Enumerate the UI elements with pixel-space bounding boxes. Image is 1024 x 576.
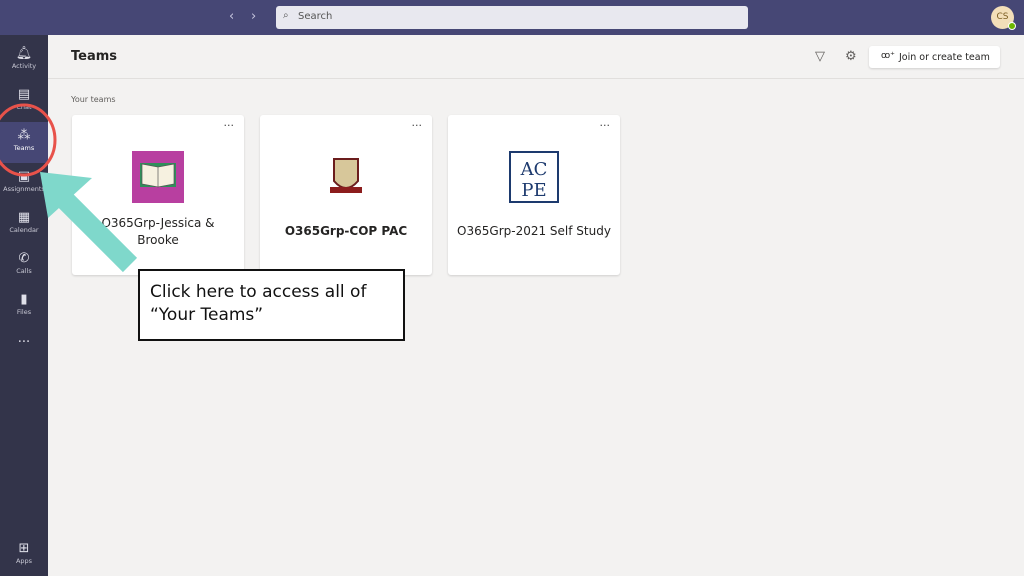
page-title: Teams xyxy=(71,49,118,64)
add-team-icon: ꝏ⁺ xyxy=(881,51,895,61)
sidebar-item-label: Files xyxy=(16,308,32,316)
team-name: O365Grp-COP PAC xyxy=(284,224,408,238)
arrow-icon xyxy=(40,172,138,273)
join-or-create-team-button[interactable]: ꝏ⁺ Join or create team xyxy=(869,46,1000,68)
avatar-initials: CS xyxy=(996,12,1009,22)
bell-icon: 🔔︎ xyxy=(15,46,33,61)
search-icon: ⌕ xyxy=(283,10,289,21)
sidebar-item-label: Activity xyxy=(11,62,37,70)
crest-logo-icon xyxy=(320,151,372,203)
sidebar-item-label: Apps xyxy=(15,557,33,565)
svg-text:AC: AC xyxy=(520,159,548,180)
sidebar-item-apps[interactable]: ⊞ Apps xyxy=(0,535,48,576)
team-card[interactable]: ··· AC PE O365Grp-2021 Self Study xyxy=(448,115,620,275)
search-input[interactable]: ⌕ Search xyxy=(276,6,748,29)
filter-icon[interactable]: ▽ xyxy=(815,49,825,64)
search-placeholder: Search xyxy=(298,11,333,22)
sidebar-item-files[interactable]: ▮ Files xyxy=(0,286,48,327)
presence-icon xyxy=(1008,22,1016,30)
team-card[interactable]: ··· O365Grp-COP PAC xyxy=(260,115,432,275)
avatar[interactable]: CS xyxy=(991,6,1016,30)
team-name: O365Grp-2021 Self Study xyxy=(457,224,611,238)
header-divider xyxy=(48,78,1024,79)
more-options-icon[interactable]: ··· xyxy=(412,119,423,132)
more-apps-button[interactable]: ... xyxy=(0,331,48,372)
annotation-overlay xyxy=(0,103,138,273)
file-icon: ▮ xyxy=(20,292,28,307)
acpe-logo-icon: AC PE xyxy=(508,151,560,203)
more-options-icon[interactable]: ··· xyxy=(600,119,611,132)
forward-icon[interactable]: › xyxy=(251,9,256,24)
top-bar: ‹ › ⌕ Search CS xyxy=(0,0,1024,35)
join-label: Join or create team xyxy=(899,52,990,63)
back-icon[interactable]: ‹ xyxy=(229,9,234,24)
more-icon: ... xyxy=(17,331,31,346)
annotation-callout: Click here to access all of “Your Teams” xyxy=(138,269,405,341)
gear-icon[interactable]: ⚙ xyxy=(845,49,857,64)
highlight-circle xyxy=(0,103,57,177)
more-options-icon[interactable]: ··· xyxy=(224,119,235,132)
svg-text:PE: PE xyxy=(521,180,546,201)
apps-icon: ⊞ xyxy=(18,541,30,556)
sidebar-item-activity[interactable]: 🔔︎ Activity xyxy=(0,40,48,81)
